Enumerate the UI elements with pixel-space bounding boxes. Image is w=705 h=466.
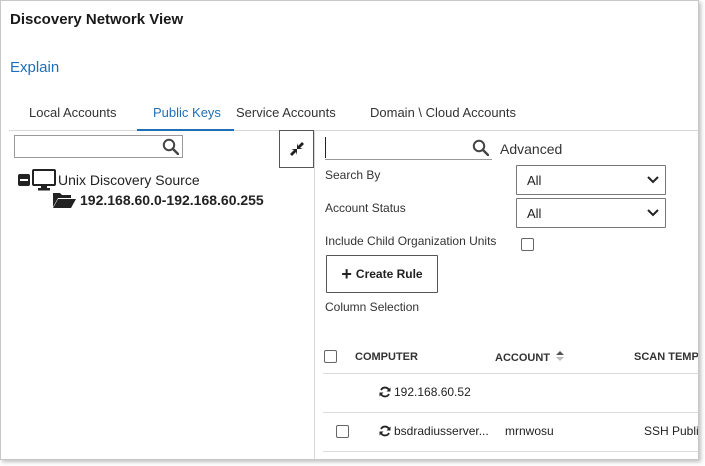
row-checkbox[interactable] [336,425,349,438]
tree-search-input[interactable] [15,136,155,157]
refresh-icon [379,386,391,398]
account-name: mrnwosu [505,424,554,438]
tree-node-label: 192.168.60.0-192.168.60.255 [80,192,264,208]
table-row-computer[interactable]: 192.168.60.52 [379,385,471,399]
chevron-down-icon [647,209,659,217]
tree-node-unix-discovery-source[interactable]: Unix Discovery Source [18,169,200,191]
refresh-icon [379,425,391,437]
row-divider [323,373,698,374]
scan-template-name: SSH Public Key [644,424,699,438]
page-title: Discovery Network View [10,11,184,28]
collapse-node-icon[interactable] [18,174,30,186]
tab-local-accounts[interactable]: Local Accounts [29,105,116,120]
account-status-value: All [527,205,542,221]
tree-search-box [14,135,183,158]
column-header-account-label: ACCOUNT [495,352,550,364]
computer-name: bsdradiusserver... [394,424,489,438]
tab-service-accounts[interactable]: Service Accounts [236,105,336,120]
column-selection-link[interactable]: Column Selection [325,300,419,314]
search-by-value: All [527,172,542,188]
tree-node-label: Unix Discovery Source [58,172,200,188]
tree-node-ip-range[interactable]: 192.168.60.0-192.168.60.255 [52,191,264,209]
search-icon[interactable] [472,139,489,156]
column-header-computer[interactable]: COMPUTER [355,351,418,363]
sort-icon [556,351,565,361]
account-status-label: Account Status [325,201,406,215]
include-child-label: Include Child Organization Units [325,234,497,248]
tab-public-keys[interactable]: Public Keys [153,105,221,120]
account-search-box [325,137,492,160]
chevron-down-icon [647,176,659,184]
column-header-scan-template[interactable]: SCAN TEMPLATE [634,351,698,363]
search-by-label: Search By [325,168,381,182]
advanced-search-link[interactable]: Advanced [500,141,562,157]
computer-name: 192.168.60.52 [394,385,471,399]
open-folder-icon [53,193,76,208]
column-header-account[interactable]: ACCOUNT [495,351,565,364]
select-all-checkbox[interactable] [324,350,337,363]
create-rule-button[interactable]: + Create Rule [326,255,438,293]
collapse-tree-button[interactable] [279,130,314,168]
table-row-computer[interactable]: bsdradiusserver... [379,424,489,438]
include-child-checkbox[interactable] [521,238,534,251]
search-icon[interactable] [162,138,179,155]
monitor-icon [32,169,56,191]
collapse-icon [289,142,304,156]
account-status-select[interactable]: All [516,198,666,228]
row-divider [323,412,698,413]
create-rule-label: Create Rule [355,267,423,281]
plus-icon: + [341,264,352,284]
row-divider [323,451,698,452]
explain-link[interactable]: Explain [10,59,59,76]
account-search-input[interactable] [325,137,465,158]
tab-domain-cloud-accounts[interactable]: Domain \ Cloud Accounts [370,105,516,120]
discovery-network-view-window: Discovery Network View Explain Local Acc… [0,0,699,460]
search-by-select[interactable]: All [516,165,666,195]
